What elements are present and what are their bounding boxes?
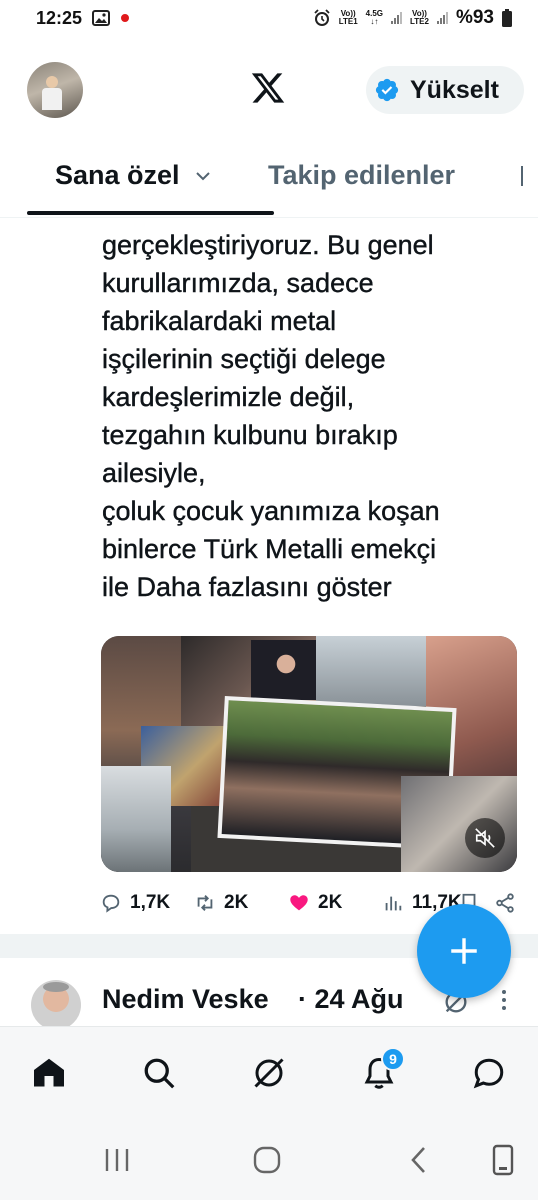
status-left: 12:25 xyxy=(36,8,130,29)
reply-button[interactable]: 1,7K xyxy=(100,892,170,914)
screenshot-icon[interactable] xyxy=(487,1144,519,1176)
tab-for-you-label: Sana özel xyxy=(55,160,180,190)
next-tweet-date: · 24 Ağu xyxy=(298,984,404,1014)
tweet-text[interactable]: kurullarımızı gerçekleştiriyoruz. Bu gen… xyxy=(102,218,522,608)
signal-icon-2 xyxy=(436,12,448,24)
bottom-nav: 9 xyxy=(0,1026,538,1120)
share-button[interactable] xyxy=(494,892,516,914)
system-nav xyxy=(0,1120,538,1200)
reply-icon xyxy=(102,894,120,913)
search-icon xyxy=(144,1058,175,1089)
retweet-button[interactable]: 2K xyxy=(194,892,248,914)
back-icon[interactable] xyxy=(403,1144,435,1176)
collage-panel xyxy=(251,640,321,700)
x-logo[interactable] xyxy=(250,70,286,106)
nav-home[interactable] xyxy=(29,1053,69,1093)
notification-badge: 9 xyxy=(381,1047,405,1071)
battery-icon xyxy=(502,9,512,27)
next-tweet-author[interactable]: Nedim Veske xyxy=(102,984,269,1015)
reply-count: 1,7K xyxy=(130,892,171,913)
plus-icon xyxy=(451,938,477,964)
sim1-net-type: 4.5G xyxy=(365,9,383,18)
compose-button[interactable] xyxy=(417,904,511,998)
retweet-icon xyxy=(197,895,213,911)
tweet-text-viewport: kurullarımızı gerçekleştiriyoruz. Bu gen… xyxy=(90,218,530,638)
profile-avatar[interactable] xyxy=(27,62,83,118)
nav-search[interactable] xyxy=(139,1053,179,1093)
status-bar: 12:25 Vo)) LTE1 4.5G ↓↑ Vo)) LTE2 %93 xyxy=(0,0,538,36)
like-count: 2K xyxy=(318,892,343,913)
sim2-label: Vo)) LTE2 xyxy=(410,10,429,26)
like-button[interactable]: 2K xyxy=(288,892,342,914)
home-icon xyxy=(34,1058,64,1087)
verified-badge-icon xyxy=(374,77,400,103)
feed-tabs: Sana özel Takip edilenler xyxy=(0,140,538,218)
sim1-lte: LTE1 xyxy=(338,17,358,26)
messages-icon xyxy=(473,1058,504,1089)
heart-icon xyxy=(290,895,308,911)
tab-scroll-indicator xyxy=(521,166,523,186)
recents-icon[interactable] xyxy=(101,1144,133,1176)
sim2-lte: LTE2 xyxy=(410,17,429,26)
nav-grok[interactable] xyxy=(249,1053,289,1093)
tab-for-you[interactable]: Sana özel xyxy=(55,160,212,191)
alarm-icon xyxy=(313,9,331,27)
battery-percent: %93 xyxy=(455,7,494,28)
upgrade-label: Yükselt xyxy=(410,75,499,104)
retweet-count: 2K xyxy=(224,892,249,913)
more-options-icon[interactable] xyxy=(500,988,508,1012)
status-right: Vo)) LTE1 4.5G ↓↑ Vo)) LTE2 %93 xyxy=(313,7,512,29)
image-icon xyxy=(92,10,111,26)
next-tweet-avatar[interactable] xyxy=(31,980,81,1026)
collage-panel xyxy=(101,766,171,872)
upgrade-button[interactable]: Yükselt xyxy=(366,66,524,114)
mute-button[interactable] xyxy=(465,818,505,858)
sim1-label: Vo)) LTE1 xyxy=(339,10,358,26)
app-header: Yükselt xyxy=(0,56,538,126)
nav-notifications[interactable]: 9 xyxy=(359,1047,405,1093)
grok-icon xyxy=(254,1058,284,1088)
share-icon xyxy=(496,893,514,913)
sim1-net: 4.5G ↓↑ xyxy=(365,9,383,26)
nav-messages[interactable] xyxy=(469,1053,509,1093)
tab-following[interactable]: Takip edilenler xyxy=(268,160,455,191)
home-circle-icon[interactable] xyxy=(251,1144,283,1176)
chevron-down-icon xyxy=(194,167,212,185)
active-tab-indicator xyxy=(27,211,274,215)
views-icon xyxy=(385,896,402,911)
clock: 12:25 xyxy=(36,7,83,28)
tweet-video[interactable] xyxy=(101,636,517,872)
collage-panel xyxy=(316,636,436,706)
notification-dot-icon xyxy=(120,11,130,25)
signal-icon xyxy=(391,12,402,24)
